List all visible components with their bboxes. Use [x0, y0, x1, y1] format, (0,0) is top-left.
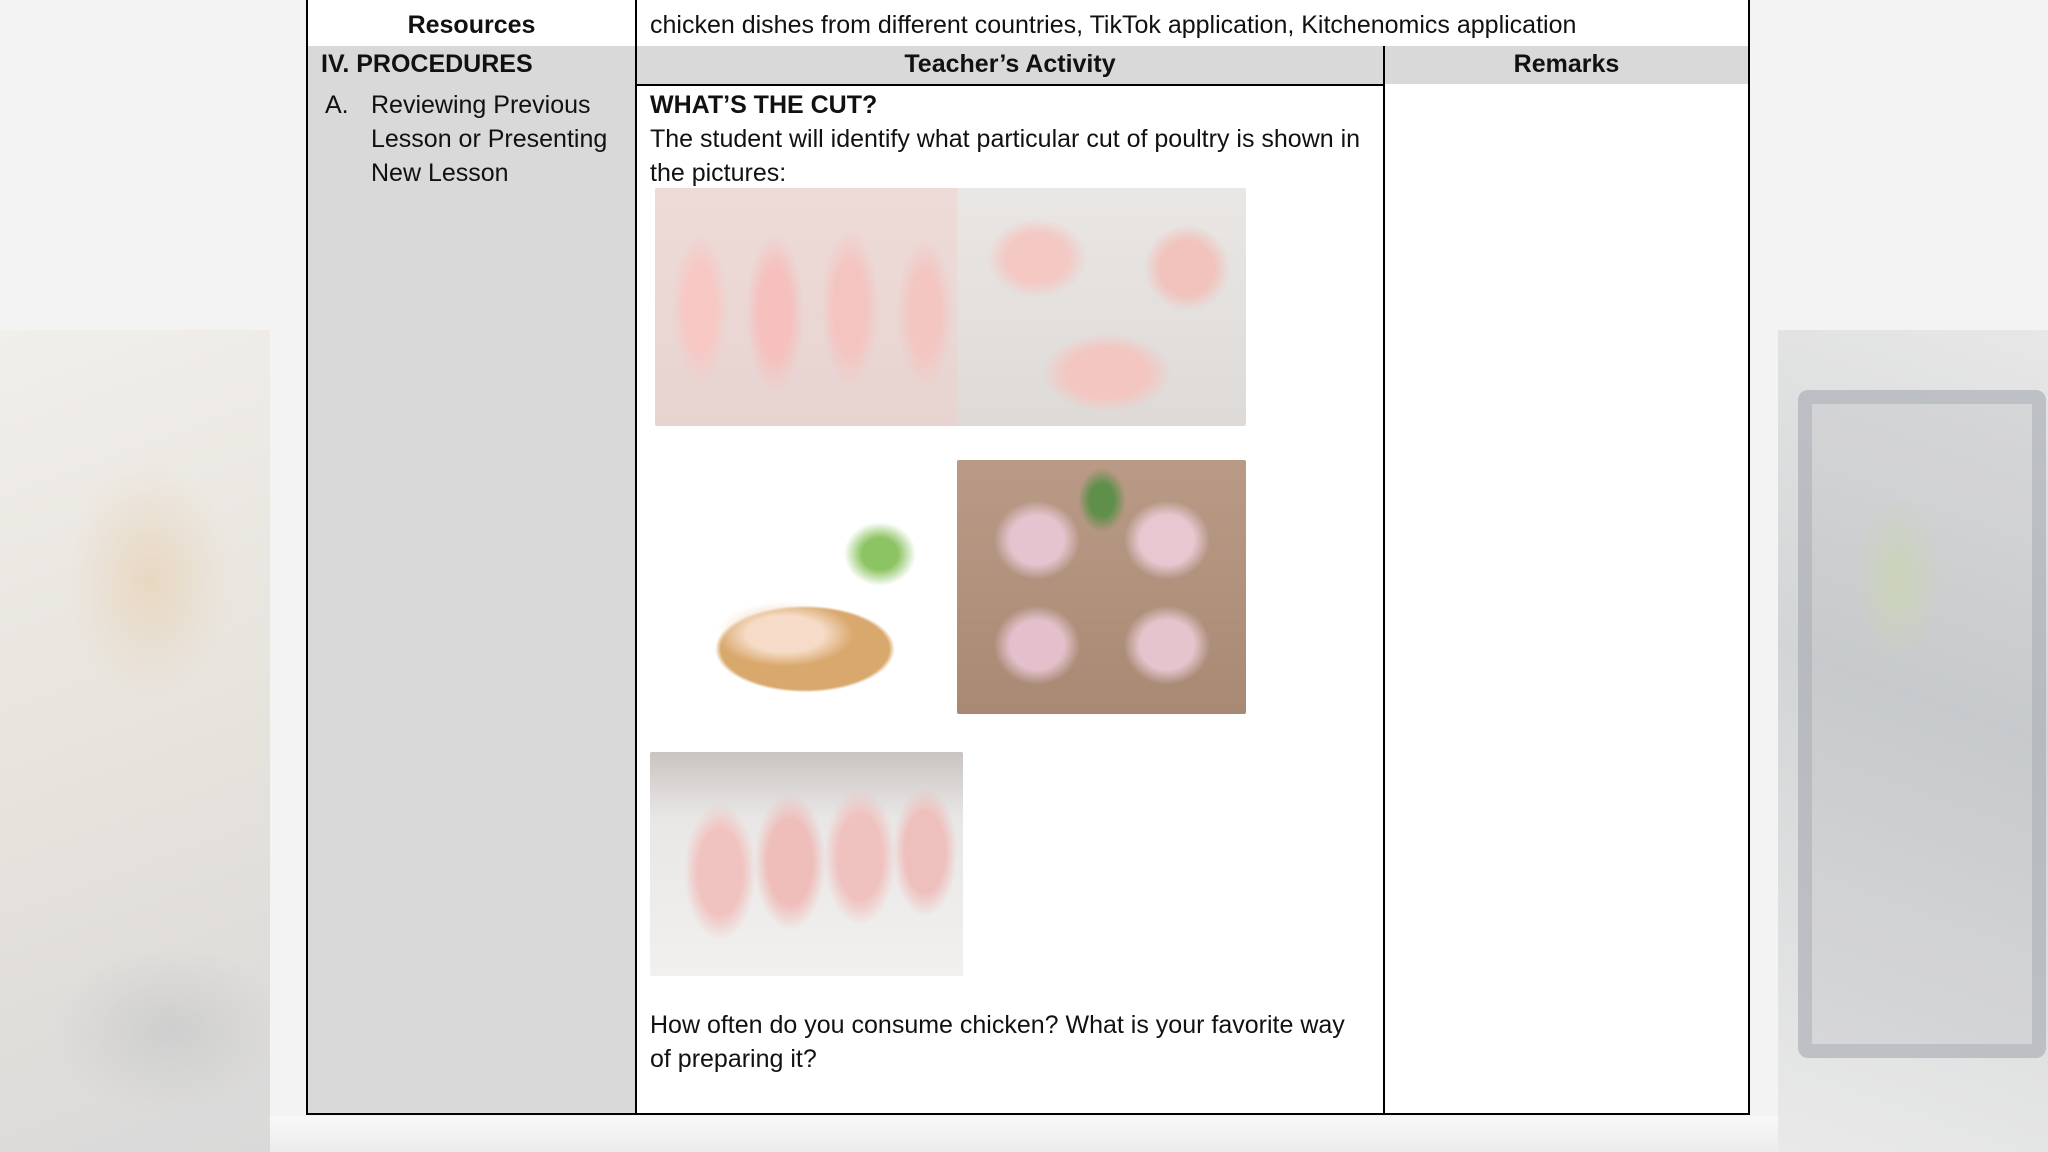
resources-label: Resources — [407, 11, 536, 39]
header-teachers-activity: Teacher’s Activity — [637, 46, 1385, 84]
background-photo-right — [1778, 330, 2048, 1152]
resources-row: Resources chicken dishes from different … — [308, 0, 1748, 48]
procedure-row-a: A. Reviewing Previous Lesson or Presenti… — [308, 84, 1748, 1113]
drumsticks-photo — [655, 188, 961, 426]
procedure-letter: A. — [325, 91, 349, 119]
header-remarks: Remarks — [1385, 46, 1748, 84]
resources-text: chicken dishes from different countries,… — [650, 11, 1577, 39]
background-photo-left — [0, 330, 270, 1152]
wings-photo — [957, 188, 1246, 426]
background-strip-bottom — [270, 1116, 1778, 1152]
remarks-cell — [1385, 84, 1748, 1113]
activity-question: How often do you consume chicken? What i… — [650, 1011, 1345, 1073]
activity-cell: WHAT’S THE CUT? The student will identif… — [637, 84, 1385, 1113]
thighs-photo — [957, 460, 1246, 714]
procedure-cell: A. Reviewing Previous Lesson or Presenti… — [308, 84, 637, 1113]
activity-instruction: The student will identify what particula… — [650, 125, 1361, 187]
leg-quarters-photo — [655, 464, 955, 714]
lesson-plan-table: Resources chicken dishes from different … — [306, 0, 1750, 1115]
procedure-title: Reviewing Previous Lesson or Presenting … — [371, 91, 608, 187]
resources-text-cell: chicken dishes from different countries,… — [637, 0, 1748, 46]
table-header-row: IV. PROCEDURES Teacher’s Activity Remark… — [308, 46, 1748, 86]
header-procedures: IV. PROCEDURES — [308, 46, 637, 84]
activity-title: WHAT’S THE CUT? — [650, 91, 878, 119]
breast-photo — [650, 752, 963, 976]
resources-label-cell: Resources — [308, 0, 637, 46]
